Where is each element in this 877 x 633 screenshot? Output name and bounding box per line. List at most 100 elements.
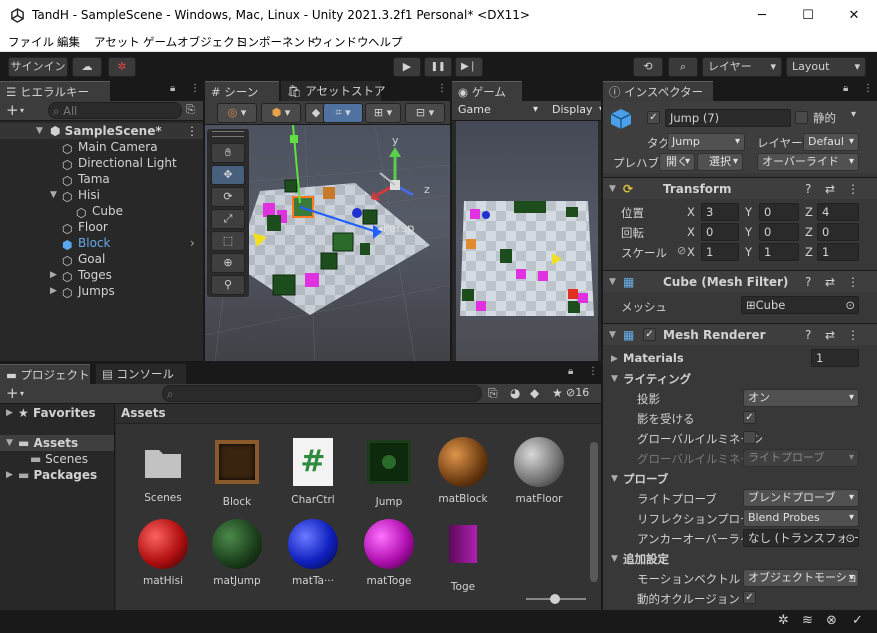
game-view-dropdown[interactable]: Game [454, 102, 542, 120]
help-icon[interactable]: ? [805, 178, 811, 200]
tree-favorites[interactable]: ▶ ★ Favorites [0, 405, 114, 421]
grid-snap-dropdown[interactable]: ⌗ ▾ [323, 103, 363, 123]
asset-matfloor[interactable]: matFloor [504, 436, 574, 505]
zoom-slider-thumb[interactable] [550, 594, 560, 604]
maximize-button[interactable]: ☐ [785, 0, 831, 31]
collapsed-icon[interactable]: ▶ [50, 267, 57, 283]
signin-button[interactable]: サインイン [8, 57, 68, 77]
tree-item-hisi[interactable]: ▼ ⬡ Hisi [0, 187, 203, 204]
layout-dropdown[interactable]: Layout ▾ [786, 57, 866, 77]
position-z-field[interactable]: 4 [817, 203, 859, 221]
asset-toge[interactable]: Toge [428, 518, 498, 593]
draw-mode-dropdown[interactable]: ◎ ▾ [217, 103, 257, 123]
kebab-menu-icon[interactable]: ⋮ [847, 178, 859, 200]
cast-shadows-dropdown[interactable]: オン [743, 389, 859, 407]
scale-z-field[interactable]: 1 [817, 243, 859, 261]
tree-item-tama[interactable]: ⬡ Tama [0, 171, 203, 188]
scale-link-icon[interactable]: ⊘ [677, 244, 686, 257]
collab-button[interactable]: ✲ [108, 57, 136, 77]
lock-icon[interactable]: 🔒︎ [170, 83, 175, 94]
palette-grip[interactable] [212, 131, 244, 137]
tab-console[interactable]: ▤ コンソール [96, 364, 186, 384]
assets-scrollbar[interactable] [590, 442, 598, 582]
asset-scenes[interactable]: Scenes [128, 436, 198, 504]
pause-button[interactable]: ❚❚ [424, 57, 452, 77]
history-button[interactable]: ⟲ [633, 57, 663, 77]
search-button[interactable]: ⌕ [668, 57, 698, 77]
tree-item-toges[interactable]: ▶ ⬡ Toges [0, 267, 203, 284]
rotate-tool-button[interactable]: ⟳ [211, 187, 245, 207]
hidden-packages-toggle[interactable]: ⊘16 [566, 386, 589, 399]
collapsed-icon[interactable]: ▶ [6, 405, 13, 421]
asset-mattama[interactable]: matTa··· [278, 518, 348, 587]
asset-jump[interactable]: Jump [354, 436, 424, 508]
kebab-menu-icon[interactable]: ⋮ [847, 324, 859, 346]
menu-window[interactable]: ウィンドウ [311, 34, 369, 50]
kebab-menu-icon[interactable]: ⋮ [437, 83, 447, 94]
tree-item-goal[interactable]: ⬡ Goal [0, 251, 203, 268]
menu-assets[interactable]: アセット [94, 34, 140, 50]
tree-packages[interactable]: ▶ ▬ Packages [0, 467, 114, 483]
tab-scene[interactable]: # シーン [205, 81, 279, 101]
progress-icon[interactable]: ⊗ [826, 613, 837, 628]
position-x-field[interactable]: 3 [701, 203, 739, 221]
reflection-probe-dropdown[interactable]: Blend Probes [743, 509, 859, 527]
check-circle-icon[interactable]: ✓ [852, 613, 863, 628]
menu-gameobject[interactable]: ゲームオブジェクト [143, 34, 246, 50]
kebab-menu-icon[interactable]: ⋮ [186, 123, 198, 139]
tab-inspector[interactable]: ⓘ インスペクター [603, 81, 713, 101]
tab-project[interactable]: ▬ プロジェクト [0, 364, 90, 384]
minimize-button[interactable]: ─ [739, 0, 785, 31]
asset-block[interactable]: Block [202, 436, 272, 508]
shading-dropdown[interactable]: ⬢ ▾ [261, 103, 301, 123]
transform-header[interactable]: ▼ ⟳ Transform ? ⇄ ⋮ [603, 177, 877, 199]
layers-stack-icon[interactable]: ≋ [802, 613, 813, 628]
asset-mathisi[interactable]: matHisi [128, 518, 198, 587]
expanded-icon[interactable]: ▼ [611, 474, 618, 484]
cloud-button[interactable]: ☁ [72, 57, 102, 77]
object-picker-icon[interactable]: ⊙ [845, 530, 855, 546]
scene-viewport[interactable]: y z ◂Persp ✋︎ ✥ ⟳ ⤢ ⬚ ⊕ ⚲ [205, 125, 450, 361]
step-button[interactable]: ▶❘ [455, 57, 483, 77]
active-checkbox[interactable]: ✓ [647, 111, 660, 124]
prefab-select-button[interactable]: 選択 [697, 153, 743, 171]
rotation-y-field[interactable]: 0 [759, 223, 799, 241]
tree-item-main-camera[interactable]: ⬡ Main Camera [0, 139, 203, 156]
rotation-x-field[interactable]: 0 [701, 223, 739, 241]
tree-item-block[interactable]: ⬢ Block › [0, 235, 203, 252]
layers-dropdown[interactable]: レイヤー ▾ [702, 57, 782, 77]
expanded-icon[interactable]: ▼ [609, 178, 616, 200]
preset-icon[interactable]: ⇄ [825, 271, 835, 293]
snap-increment-dropdown[interactable]: ⊞ ▾ [365, 103, 401, 123]
tree-item-jumps[interactable]: ▶ ⬡ Jumps [0, 283, 203, 300]
light-probe-dropdown[interactable]: ブレンドプローブ [743, 489, 859, 507]
transform-tool-button[interactable]: ⊕ [211, 253, 245, 273]
breadcrumb-assets[interactable]: Assets [121, 406, 166, 420]
object-picker-icon[interactable]: ⊙ [845, 297, 855, 313]
add-button[interactable]: + [6, 101, 19, 119]
kebab-menu-icon[interactable]: ⋮ [190, 83, 200, 94]
lock-icon[interactable]: 🔒︎ [568, 366, 573, 377]
menu-help[interactable]: ヘルプ [368, 34, 403, 50]
receive-shadows-checkbox[interactable]: ✓ [743, 411, 756, 424]
gi-checkbox[interactable] [743, 431, 756, 444]
close-button[interactable]: ✕ [831, 0, 877, 31]
mesh-field[interactable]: ⊞Cube ⊙ [741, 296, 859, 314]
game-viewport[interactable] [456, 121, 598, 361]
materials-count-field[interactable]: 1 [811, 349, 859, 367]
asset-matjump[interactable]: matJump [202, 518, 272, 587]
custom-tool-button[interactable]: ⚲ [211, 275, 245, 295]
tree-row-scene[interactable]: ▼ ⬢ SampleScene* ⋮ [0, 123, 203, 139]
menu-file[interactable]: ファイル [8, 34, 54, 50]
chevron-down-icon[interactable]: ▾ [851, 109, 856, 120]
hierarchy-search-input[interactable]: ⌕ All [48, 102, 182, 119]
collapsed-icon[interactable]: ▶ [611, 354, 618, 364]
scale-tool-button[interactable]: ⤢ [211, 209, 245, 229]
preset-icon[interactable]: ⇄ [825, 178, 835, 200]
asset-matblock[interactable]: matBlock [428, 436, 498, 505]
kebab-menu-icon[interactable]: ⋮ [847, 271, 859, 293]
search-filter-icon[interactable]: ⎘ [186, 103, 195, 117]
favorite-icon[interactable]: ★ [552, 386, 563, 400]
scale-y-field[interactable]: 1 [759, 243, 799, 261]
type-filter-icon[interactable]: ◕ [510, 386, 520, 400]
